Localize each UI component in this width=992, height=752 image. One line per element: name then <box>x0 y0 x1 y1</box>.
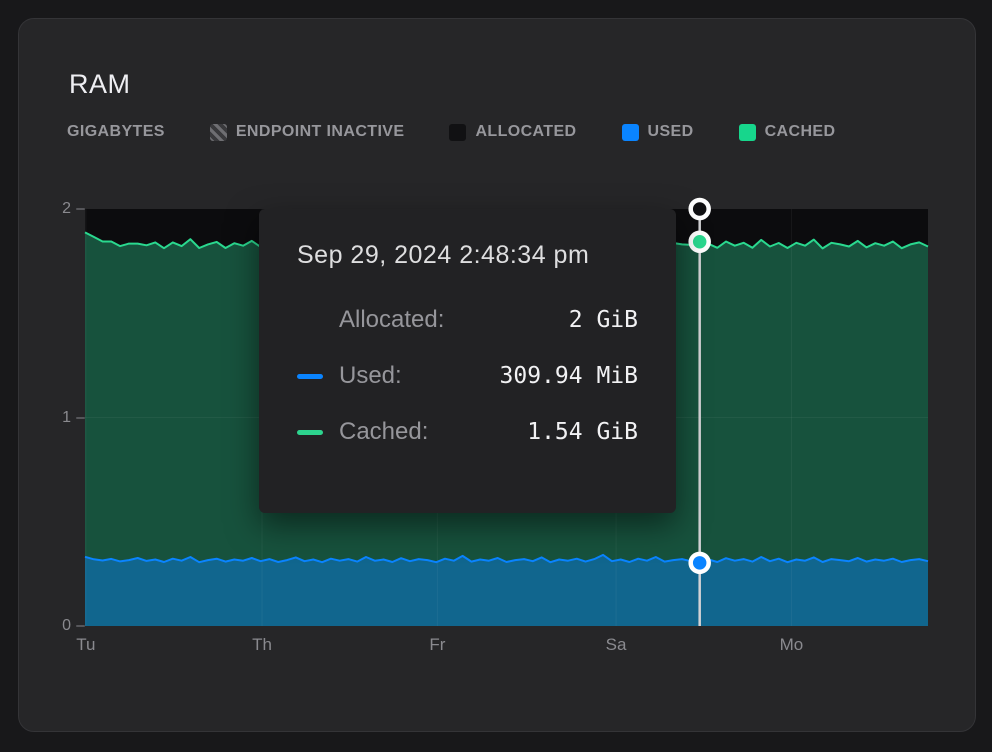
allocated-swatch-icon <box>449 124 466 141</box>
tooltip-timestamp: Sep 29, 2024 2:48:34 pm <box>297 241 638 270</box>
legend-item-used[interactable]: USED <box>622 123 694 141</box>
tooltip: Sep 29, 2024 2:48:34 pm Allocated:2 GiBU… <box>259 209 676 513</box>
legend-label: ENDPOINT INACTIVE <box>236 123 405 141</box>
tooltip-row-label: Cached: <box>339 418 428 446</box>
legend-item-endpoint-inactive[interactable]: ENDPOINT INACTIVE <box>210 123 405 141</box>
used-dash-icon <box>297 374 323 379</box>
card-title: RAM <box>69 69 131 100</box>
x-axis-tick-label: Fr <box>429 635 445 655</box>
tooltip-row-allocated: Allocated:2 GiB <box>297 292 638 348</box>
y-tick-dash <box>76 625 85 627</box>
allocated-dash-icon <box>297 318 323 323</box>
y-tick-dash <box>76 417 85 419</box>
tooltip-row-label: Used: <box>339 362 402 390</box>
cached-point-marker <box>691 233 709 251</box>
used-point-marker <box>691 554 709 572</box>
x-axis-tick-label: Th <box>252 635 272 655</box>
y-axis-tick: 1 <box>62 409 85 427</box>
legend-item-allocated[interactable]: ALLOCATED <box>449 123 576 141</box>
tooltip-row-label: Allocated: <box>339 306 444 334</box>
legend: GIGABYTES ENDPOINT INACTIVE ALLOCATED USED C… <box>67 123 835 141</box>
y-axis-tick-label: 1 <box>62 409 71 427</box>
ram-card: RAM GIGABYTES ENDPOINT INACTIVE ALLOCATED U… <box>18 18 976 732</box>
stripes-swatch-icon <box>210 124 227 141</box>
allocated-point-marker <box>691 200 709 218</box>
tooltip-row-value: 309.94 MiB <box>402 363 638 389</box>
x-axis-tick-label: Sa <box>606 635 627 655</box>
y-axis-tick-label: 0 <box>62 617 71 635</box>
legend-label: GIGABYTES <box>67 123 165 141</box>
tooltip-row-cached: Cached:1.54 GiB <box>297 404 638 460</box>
cached-dash-icon <box>297 430 323 435</box>
legend-label: ALLOCATED <box>475 123 576 141</box>
legend-item-gigabytes[interactable]: GIGABYTES <box>67 123 165 141</box>
tooltip-row-value: 1.54 GiB <box>428 419 638 445</box>
cached-swatch-icon <box>739 124 756 141</box>
legend-label: CACHED <box>765 123 836 141</box>
y-axis-tick-label: 2 <box>62 200 71 218</box>
used-swatch-icon <box>622 124 639 141</box>
y-axis-tick: 0 <box>62 617 85 635</box>
legend-item-cached[interactable]: CACHED <box>739 123 836 141</box>
ram-chart[interactable]: Sep 29, 2024 2:48:34 pm Allocated:2 GiBU… <box>85 209 928 626</box>
y-axis-tick: 2 <box>62 200 85 218</box>
tooltip-row-value: 2 GiB <box>444 307 638 333</box>
tooltip-row-used: Used:309.94 MiB <box>297 348 638 404</box>
x-axis-tick-label: Tu <box>76 635 95 655</box>
used-area <box>85 555 928 626</box>
legend-label: USED <box>648 123 694 141</box>
y-tick-dash <box>76 208 85 210</box>
x-axis-tick-label: Mo <box>780 635 804 655</box>
